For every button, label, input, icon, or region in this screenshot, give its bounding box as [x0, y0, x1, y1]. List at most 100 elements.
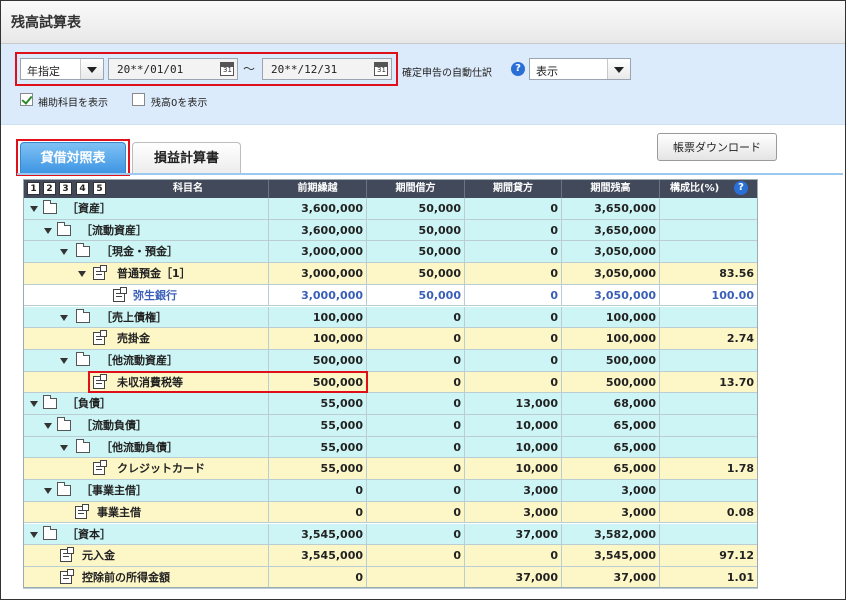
account-name[interactable]: 元入金 [82, 545, 115, 566]
amount-cell: 0 [465, 371, 562, 394]
amount-cell [660, 349, 758, 372]
account-name-cell: 控除前の所得金額 [23, 566, 269, 589]
show-zero-balance-checkbox[interactable] [132, 93, 145, 106]
amount-cell: 3,000 [465, 480, 562, 502]
collapse-icon[interactable] [60, 314, 68, 321]
amount-cell: 500,000 [562, 349, 660, 372]
amount-cell [660, 415, 758, 437]
tab-divider [17, 173, 843, 175]
auto-journal-select[interactable]: 表示 [529, 58, 631, 80]
account-name[interactable]: 控除前の所得金額 [82, 567, 170, 588]
chevron-down-icon [607, 59, 630, 79]
collapse-icon[interactable] [30, 401, 38, 408]
table-row[interactable]: 弥生銀行 3,000,000 50,000 0 3,050,000 100.00 [23, 284, 758, 307]
amount-cell: 500,000 [269, 349, 367, 372]
account-name-cell: ［負債］ [23, 393, 269, 415]
account-name: ［流動負債］ [81, 419, 147, 432]
download-report-button[interactable]: 帳票ダウンロード [657, 133, 777, 161]
account-name-cell: クレジットカード [23, 458, 269, 481]
amount-cell: 37,000 [465, 523, 562, 546]
highlight-tab-box [16, 139, 130, 176]
table-row[interactable]: クレジットカード 55,000 0 10,000 65,000 1.78 [23, 458, 758, 481]
account-name[interactable]: 普通預金［1］ [117, 263, 191, 284]
table-row[interactable]: ［事業主借］ 0 0 3,000 3,000 [23, 480, 758, 502]
table-row[interactable]: 売掛金 100,000 0 0 100,000 2.74 [23, 328, 758, 350]
amount-cell: 97.12 [660, 545, 758, 567]
amount-cell: 0 [465, 349, 562, 372]
account-name-cell: 元入金 [23, 545, 269, 567]
tab-profit-loss[interactable]: 損益計算書 [132, 142, 241, 174]
account-name: ［現金・預金］ [101, 245, 178, 259]
amount-cell: 3,650,000 [562, 198, 660, 220]
amount-cell: 0 [367, 436, 465, 459]
collapse-icon[interactable] [60, 357, 68, 364]
account-name-cell: 弥生銀行 [23, 284, 269, 307]
account-name: ［資本］ [67, 527, 111, 541]
account-name-cell: ［売上債権］ [23, 306, 269, 329]
table-row[interactable]: ［現金・預金］ 3,000,000 50,000 0 3,050,000 [23, 241, 758, 264]
table-row[interactable]: 控除前の所得金額 0 37,000 37,000 1.01 [23, 566, 758, 589]
account-name-cell: ［事業主借］ [23, 480, 269, 502]
amount-cell: 3,050,000 [562, 284, 660, 307]
account-name[interactable]: 売掛金 [117, 328, 150, 349]
level-1-button[interactable]: 1 [27, 182, 40, 195]
app-window: 残高試算表 年指定 20**/01/01 ～ 20**/12/31 確定申告の自… [0, 0, 846, 600]
table-row[interactable]: ［資本］ 3,545,000 0 37,000 3,582,000 [23, 523, 758, 546]
amount-cell: 3,050,000 [562, 263, 660, 285]
amount-cell: 10,000 [465, 458, 562, 481]
collapse-icon[interactable] [30, 206, 38, 212]
amount-cell: 50,000 [367, 219, 465, 242]
account-name-cell: ［流動負債］ [23, 415, 269, 437]
collapse-icon[interactable] [30, 531, 38, 538]
level-3-button[interactable]: 3 [59, 182, 72, 195]
amount-cell: 13,000 [465, 393, 562, 415]
table-row[interactable]: ［他流動資産］ 500,000 0 0 500,000 [23, 349, 758, 372]
level-4-button[interactable]: 4 [76, 182, 89, 195]
amount-cell: 3,582,000 [562, 523, 660, 546]
amount-cell: 50,000 [367, 198, 465, 220]
account-name[interactable]: 事業主借 [97, 502, 141, 523]
account-name: ［負債］ [67, 397, 111, 411]
amount-cell: 0 [465, 219, 562, 242]
amount-cell: 65,000 [562, 458, 660, 481]
account-name[interactable]: 弥生銀行 [133, 285, 177, 306]
amount-cell: 0 [465, 545, 562, 567]
show-sub-account-checkbox[interactable] [20, 93, 33, 106]
amount-cell: 3,000 [562, 501, 660, 524]
amount-cell: 0 [367, 306, 465, 329]
collapse-icon[interactable] [44, 488, 52, 495]
table-row[interactable]: ［資産］ 3,600,000 50,000 0 3,650,000 [23, 198, 758, 220]
account-name: ［他流動資産］ [101, 353, 178, 367]
ratio-help-icon[interactable]: ? [734, 181, 748, 195]
collapse-icon[interactable] [44, 423, 52, 429]
collapse-icon[interactable] [60, 444, 68, 451]
amount-cell: 0 [465, 328, 562, 350]
amount-cell: 65,000 [562, 415, 660, 437]
level-5-button[interactable]: 5 [93, 182, 106, 195]
table-row[interactable]: 元入金 3,545,000 0 0 3,545,000 97.12 [23, 545, 758, 567]
header-ratio: 構成比(%) ? [660, 179, 758, 198]
collapse-icon[interactable] [60, 249, 68, 256]
table-row[interactable]: ［他流動負債］ 55,000 0 10,000 65,000 [23, 436, 758, 459]
header-debit: 期間借方 [367, 179, 465, 198]
account-name[interactable]: クレジットカード [117, 458, 205, 479]
table-row[interactable]: ［負債］ 55,000 0 13,000 68,000 [23, 393, 758, 415]
collapse-icon[interactable] [78, 271, 86, 278]
highlight-period-box [15, 52, 398, 86]
collapse-icon[interactable] [44, 227, 52, 234]
table-row[interactable]: ［流動負債］ 55,000 0 10,000 65,000 [23, 415, 758, 437]
amount-cell: 2.74 [660, 328, 758, 350]
amount-cell: 50,000 [367, 241, 465, 264]
amount-cell: 3,000 [562, 480, 660, 502]
table-row[interactable]: 事業主借 0 0 3,000 3,000 0.08 [23, 501, 758, 524]
amount-cell: 10,000 [465, 436, 562, 459]
folder-icon [76, 308, 90, 323]
amount-cell: 0 [367, 371, 465, 394]
level-2-button[interactable]: 2 [43, 182, 56, 195]
table-row[interactable]: ［流動資産］ 3,600,000 50,000 0 3,650,000 [23, 219, 758, 242]
amount-cell: 0 [367, 458, 465, 481]
table-row[interactable]: ［売上債権］ 100,000 0 0 100,000 [23, 306, 758, 329]
help-icon[interactable]: ? [511, 62, 525, 76]
table-row[interactable]: 普通預金［1］ 3,000,000 50,000 0 3,050,000 83.56 [23, 263, 758, 285]
amount-cell: 50,000 [367, 284, 465, 307]
